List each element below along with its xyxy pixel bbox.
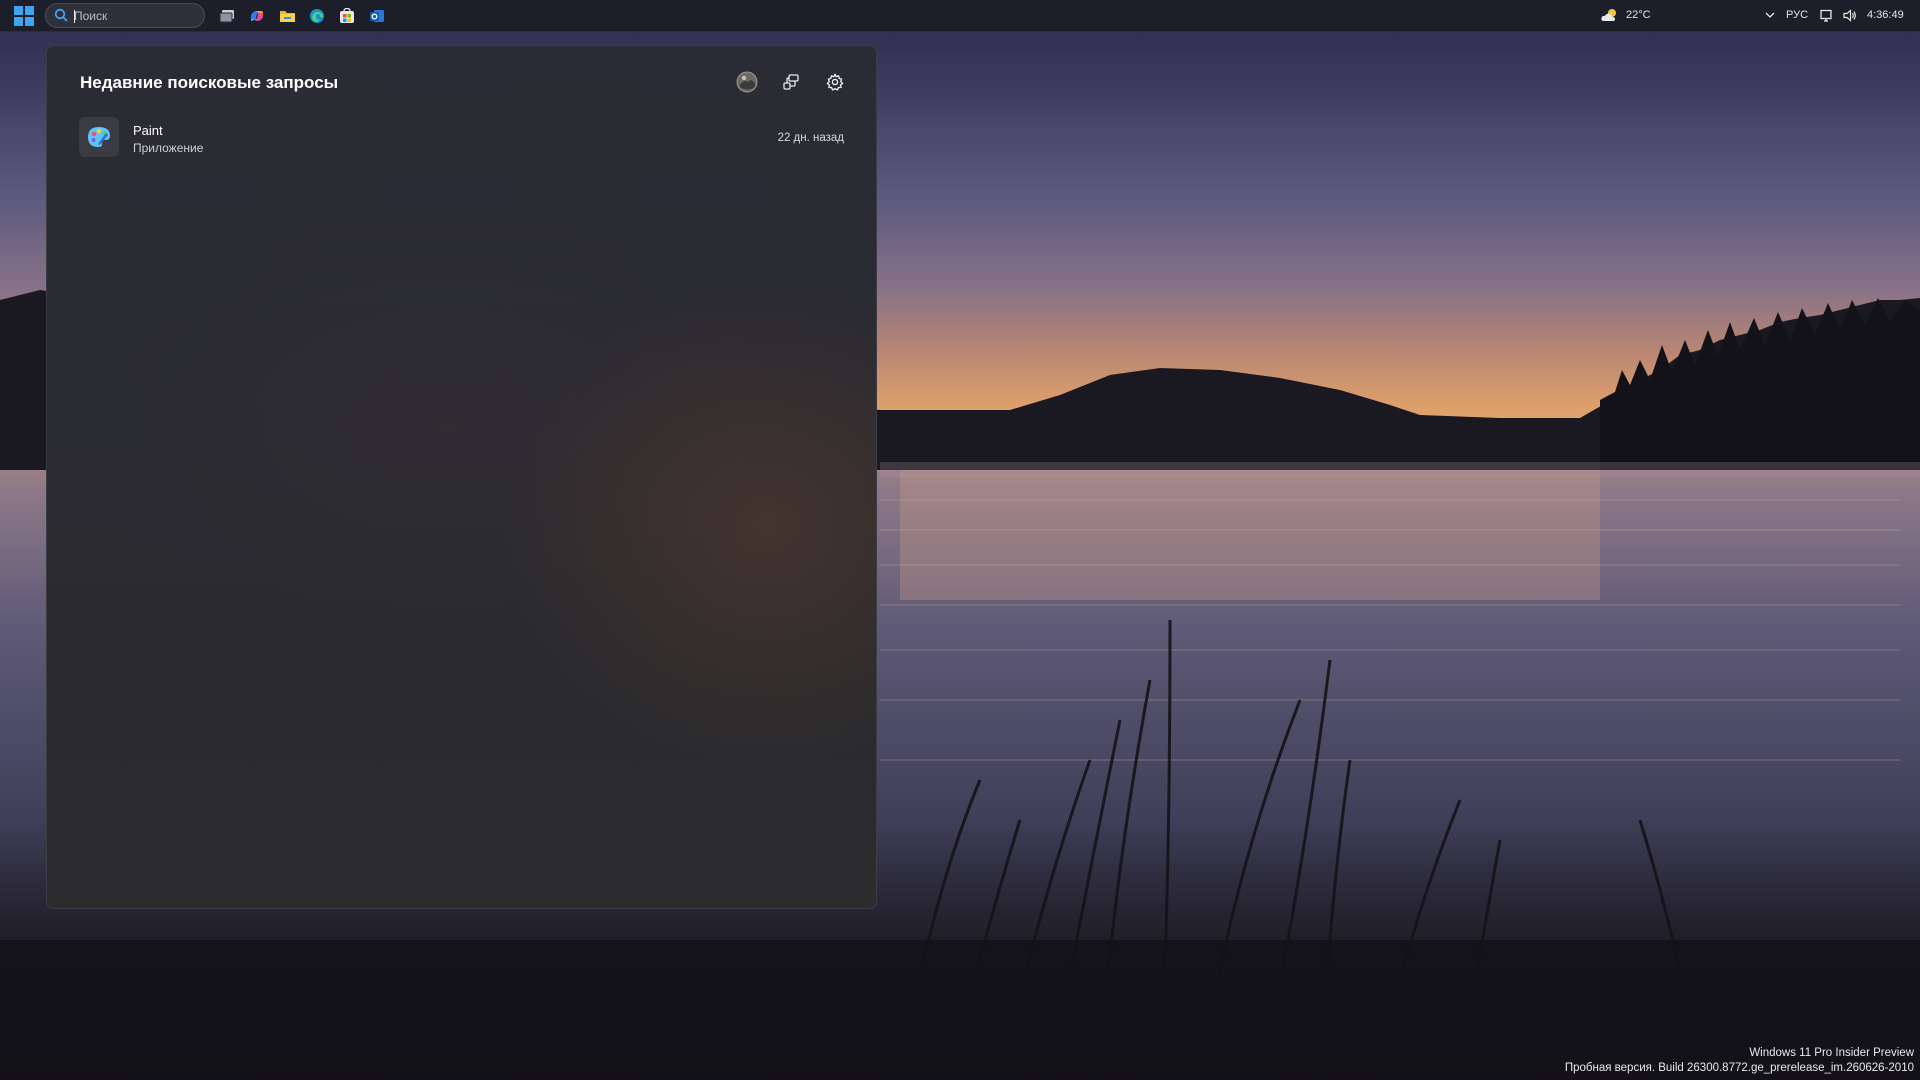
task-view-icon[interactable] — [216, 5, 238, 27]
avatar-icon — [736, 71, 758, 93]
text-cursor — [74, 10, 75, 23]
gear-icon — [826, 73, 844, 91]
last-used-time: 22 дн. назад — [777, 132, 844, 144]
file-explorer-icon[interactable] — [276, 5, 298, 27]
taskbar-search-box[interactable] — [45, 3, 205, 28]
settings-button[interactable] — [821, 68, 849, 96]
copilot-icon[interactable] — [246, 5, 268, 27]
app-tile — [79, 117, 119, 157]
watermark-edition: Windows 11 Pro Insider Preview — [1749, 1047, 1914, 1059]
volume-icon[interactable] — [1843, 9, 1857, 22]
recent-search-item-paint[interactable]: Paint Приложение 22 дн. назад — [69, 114, 855, 162]
network-icon[interactable] — [1820, 9, 1833, 22]
search-icon — [54, 8, 68, 22]
panel-title: Недавние поисковые запросы — [80, 73, 339, 92]
watermark-build: Пробная версия. Build 26300.8772.ge_prer… — [1564, 1062, 1914, 1074]
start-button[interactable] — [14, 6, 34, 26]
partly-cloudy-icon[interactable] — [1601, 8, 1618, 22]
build-watermark: Windows 11 Pro Insider Preview Пробная в… — [1565, 1046, 1914, 1076]
windows-logo-icon — [14, 6, 23, 15]
app-kind: Приложение — [133, 141, 204, 155]
app-name: Paint — [133, 123, 163, 138]
weather-temperature[interactable]: 22°C — [1626, 9, 1651, 21]
search-flyout-panel: Недавние поисковые запросы Paint Приложе… — [46, 45, 877, 909]
paint-palette-icon — [88, 127, 110, 147]
clock[interactable]: 4:36:49 — [1867, 9, 1904, 21]
search-input[interactable] — [74, 7, 194, 25]
outlook-icon[interactable] — [366, 5, 388, 27]
input-language[interactable]: РУС — [1786, 9, 1808, 21]
edge-icon[interactable] — [306, 5, 328, 27]
taskbar: 22°C РУС 4:36:49 — [0, 0, 1920, 32]
profile-avatar[interactable] — [733, 68, 761, 96]
chevron-up-icon[interactable] — [1765, 11, 1775, 19]
connected-devices-button[interactable] — [777, 68, 805, 96]
store-icon[interactable] — [336, 5, 358, 27]
connected-devices-icon — [783, 74, 799, 90]
